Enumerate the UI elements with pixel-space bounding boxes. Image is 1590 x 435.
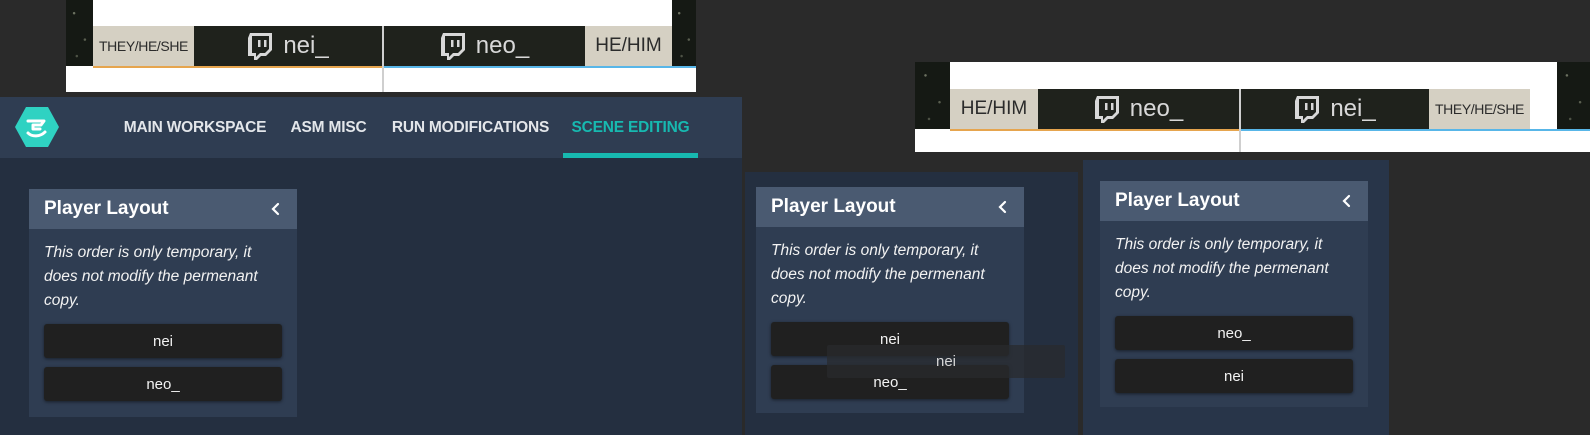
pronoun-tag-left: HE/HIM [950,89,1038,129]
accent-line-orange [93,66,382,68]
tab-scene-editing[interactable]: SCENE EDITING [563,97,698,158]
temporary-order-note: This order is only temporary, it does no… [771,242,985,307]
panel-title: Player Layout [44,198,169,219]
tab-main-workspace[interactable]: MAIN WORKSPACE [115,97,275,158]
player-layout-panel: Player Layout This order is only tempora… [756,187,1024,413]
stream-overlay-left: THEY/HE/SHE nei_ neo_ HE/HIM [66,0,696,92]
space-art [672,0,696,66]
chevron-left-icon[interactable] [269,202,283,216]
player-name-box-left: neo_ [1038,89,1239,129]
panel-header: Player Layout [1100,181,1368,221]
player-button[interactable]: neo_ [44,367,282,401]
player-name-box-right: nei_ [1241,89,1429,129]
nodecg-logo [15,107,59,147]
twitch-icon [248,33,273,60]
player-name: neo_ [475,32,530,59]
pronoun-tag-right: THEY/HE/SHE [1429,89,1530,129]
player-button[interactable]: nei [1115,359,1353,393]
stream-overlay-right: HE/HIM neo_ nei_ THEY/HE/SHE [915,62,1590,152]
player-button[interactable]: neo_ [1115,316,1353,350]
accent-line-blue [1241,129,1590,131]
tab-asm-misc[interactable]: ASM MISC [280,97,377,158]
panel-title: Player Layout [1115,190,1240,211]
dragged-player-button[interactable]: nei [827,345,1065,378]
panel-header: Player Layout [756,187,1024,227]
player-name-box-right: neo_ [384,26,585,66]
player-name: nei_ [1330,95,1376,122]
temporary-order-note: This order is only temporary, it does no… [1115,236,1329,301]
chevron-left-icon[interactable] [996,200,1010,214]
player-name: neo_ [1129,95,1184,122]
pronoun-tag-left: THEY/HE/SHE [93,26,194,66]
chevron-left-icon[interactable] [1340,194,1354,208]
player-name: nei_ [283,32,329,59]
temporary-order-note: This order is only temporary, it does no… [44,244,258,309]
space-art [66,0,93,66]
player-button[interactable]: nei [44,324,282,358]
panel-title: Player Layout [771,196,896,217]
space-art [1557,62,1590,129]
twitch-icon [1094,96,1119,123]
panel-header: Player Layout [29,189,297,229]
accent-line-blue [384,66,696,68]
player-layout-panel: Player Layout This order is only tempora… [29,189,297,417]
space-art [915,62,950,129]
pronoun-tag-right: HE/HIM [585,26,672,66]
accent-line-orange [950,129,1239,131]
player-layout-panel: Player Layout This order is only tempora… [1100,181,1368,407]
tab-run-modifications[interactable]: RUN MODIFICATIONS [382,97,559,158]
twitch-icon [440,33,465,60]
player-name-box-left: nei_ [194,26,382,66]
twitch-icon [1295,96,1320,123]
